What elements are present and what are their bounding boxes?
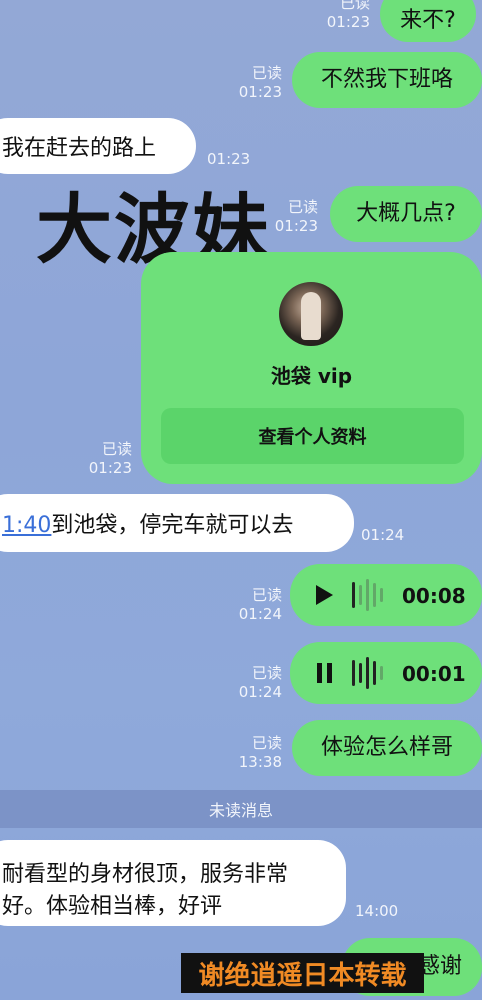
message-time: 01:23 xyxy=(207,150,251,168)
avatar[interactable] xyxy=(279,282,343,346)
read-receipt: 已读 01:23 xyxy=(238,64,282,101)
voice-message[interactable]: 00:01 xyxy=(290,642,482,704)
unread-divider: 未读消息 xyxy=(0,790,482,828)
waveform-icon xyxy=(352,656,383,690)
message-bubble-outgoing[interactable]: 来不? xyxy=(380,0,476,42)
message-time: 14:00 xyxy=(355,902,399,920)
read-receipt: 已读 01:24 xyxy=(238,664,282,701)
voice-message[interactable]: 00:08 xyxy=(290,564,482,626)
message-bubble-incoming[interactable]: 我在赶去的路上 xyxy=(0,118,196,174)
contact-card[interactable]: 池袋 vip 查看个人资料 xyxy=(141,252,482,484)
play-icon[interactable] xyxy=(314,584,334,606)
message-time: 01:24 xyxy=(361,526,405,544)
message-bubble-outgoing[interactable]: 大概几点? xyxy=(330,186,482,242)
read-receipt: 已读 01:24 xyxy=(238,586,282,623)
time-link[interactable]: 1:40 xyxy=(2,513,51,538)
message-bubble-incoming[interactable]: 1:40到池袋，停完车就可以去 xyxy=(0,494,354,552)
pause-icon[interactable] xyxy=(316,662,334,684)
message-bubble-incoming[interactable]: 耐看型的身材很顶，服务非常 好。体验相当棒，好评 xyxy=(0,840,346,926)
read-receipt: 已读 01:23 xyxy=(326,0,370,31)
message-bubble-outgoing[interactable]: 体验怎么样哥 xyxy=(292,720,482,776)
watermark-banner: 谢绝逍遥日本转载 xyxy=(181,953,424,993)
message-bubble-outgoing[interactable]: 不然我下班咯 xyxy=(292,52,482,108)
read-receipt: 已读 13:38 xyxy=(238,734,282,771)
read-receipt: 已读 01:23 xyxy=(88,440,132,477)
card-name: 池袋 vip xyxy=(270,364,353,388)
waveform-icon xyxy=(352,578,383,612)
voice-duration: 00:08 xyxy=(402,584,466,608)
read-receipt: 已读 01:23 xyxy=(274,198,318,235)
voice-duration: 00:01 xyxy=(402,662,466,686)
view-profile-button[interactable]: 查看个人资料 xyxy=(161,408,464,464)
